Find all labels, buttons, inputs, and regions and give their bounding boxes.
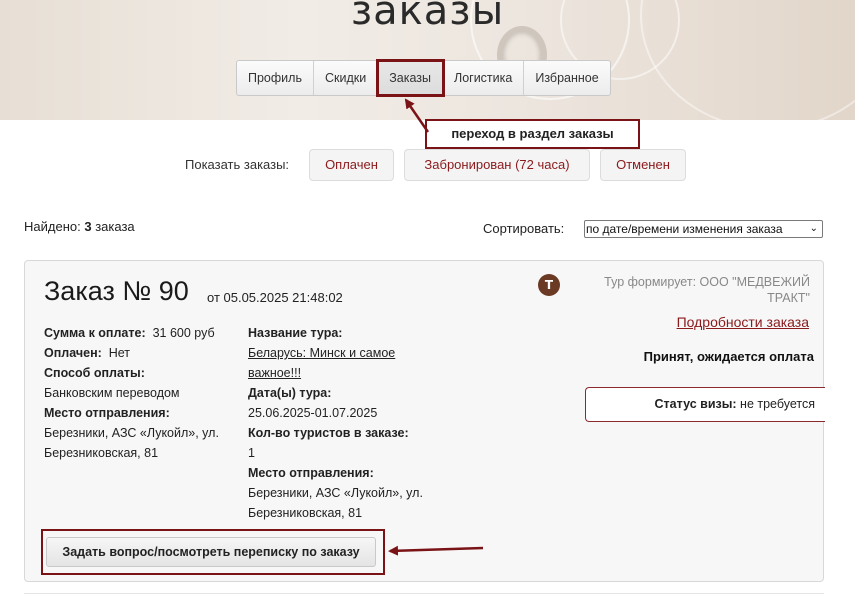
filter-paid-button[interactable]: Оплачен (309, 149, 394, 181)
tab-orders[interactable]: Заказы (376, 59, 445, 97)
order-details-link[interactable]: Подробности заказа (600, 314, 809, 330)
tourists-count-value: 1 (248, 446, 255, 460)
sort-label: Сортировать: (483, 221, 565, 236)
avatar: Т (538, 274, 560, 296)
filter-booked-button[interactable]: Забронирован (72 часа) (404, 149, 590, 181)
tab-discounts[interactable]: Скидки (314, 61, 379, 95)
chevron-down-icon: ⌄ (809, 223, 818, 234)
tour-name-label: Название тура: (248, 326, 343, 340)
visa-status-value: не требуется (740, 397, 815, 411)
page-title: заказы (350, 0, 505, 34)
filter-cancelled-button[interactable]: Отменен (600, 149, 686, 181)
annotation-callout: переход в раздел заказы (425, 119, 640, 149)
found-suffix: заказа (95, 219, 135, 234)
order-status: Принят, ожидается оплата (643, 349, 814, 364)
tab-profile[interactable]: Профиль (237, 61, 314, 95)
visa-status: Статус визы: не требуется (585, 387, 825, 422)
order-info-left: Сумма к оплате: 31 600 руб Оплачен: Нет … (44, 323, 244, 463)
tour-name-link[interactable]: Беларусь: Минск и самое (248, 343, 478, 363)
tour-operator: Тур формирует: ООО "МЕДВЕЖИЙ ТРАКТ" (604, 275, 810, 305)
found-prefix: Найдено: (24, 219, 81, 234)
payment-method-value: Банковским переводом (44, 386, 180, 400)
tab-logistics[interactable]: Логистика (443, 61, 525, 95)
tourists-count-label: Кол-во туристов в заказе: (248, 426, 409, 440)
found-count: Найдено: 3 заказа (24, 219, 135, 234)
paid-value: Нет (108, 346, 131, 360)
paid-label: Оплачен: (44, 346, 102, 360)
departure-label: Место отправления: (44, 406, 170, 420)
tour-dates-label: Дата(ы) тура: (248, 386, 332, 400)
order-date: от 05.05.2025 21:48:02 (207, 290, 343, 305)
departure-value: Березниковская, 81 (44, 446, 159, 460)
departure-label: Место отправления: (248, 466, 374, 480)
divider (24, 593, 824, 594)
found-number: 3 (84, 219, 92, 234)
amount-value: 31 600 руб (152, 326, 215, 340)
tour-name-link[interactable]: важное!!! (248, 363, 478, 383)
sort-select[interactable]: по дате/времени изменения заказа ⌄ (584, 220, 823, 238)
visa-status-label: Статус визы: (654, 397, 737, 411)
amount-label: Сумма к оплате: (44, 326, 146, 340)
tour-dates-value: 25.06.2025-01.07.2025 (248, 406, 378, 420)
order-info-middle: Название тура: Беларусь: Минск и самое в… (248, 323, 478, 523)
ask-question-button[interactable]: Задать вопрос/посмотреть переписку по за… (46, 537, 376, 567)
departure-value: Березники, АЗС «Лукойл», ул. (44, 426, 219, 440)
filter-label: Показать заказы: (185, 157, 290, 172)
account-tabs: Профиль Скидки Заказы Логистика Избранно… (236, 59, 611, 97)
payment-method-label: Способ оплаты: (44, 366, 145, 380)
tab-favorites[interactable]: Избранное (524, 61, 609, 95)
departure-value: Березники, АЗС «Лукойл», ул. (248, 486, 423, 500)
sort-value: по дате/времени изменения заказа (586, 222, 783, 236)
departure-value: Березниковская, 81 (248, 506, 363, 520)
order-title: Заказ № 90 (44, 276, 189, 306)
